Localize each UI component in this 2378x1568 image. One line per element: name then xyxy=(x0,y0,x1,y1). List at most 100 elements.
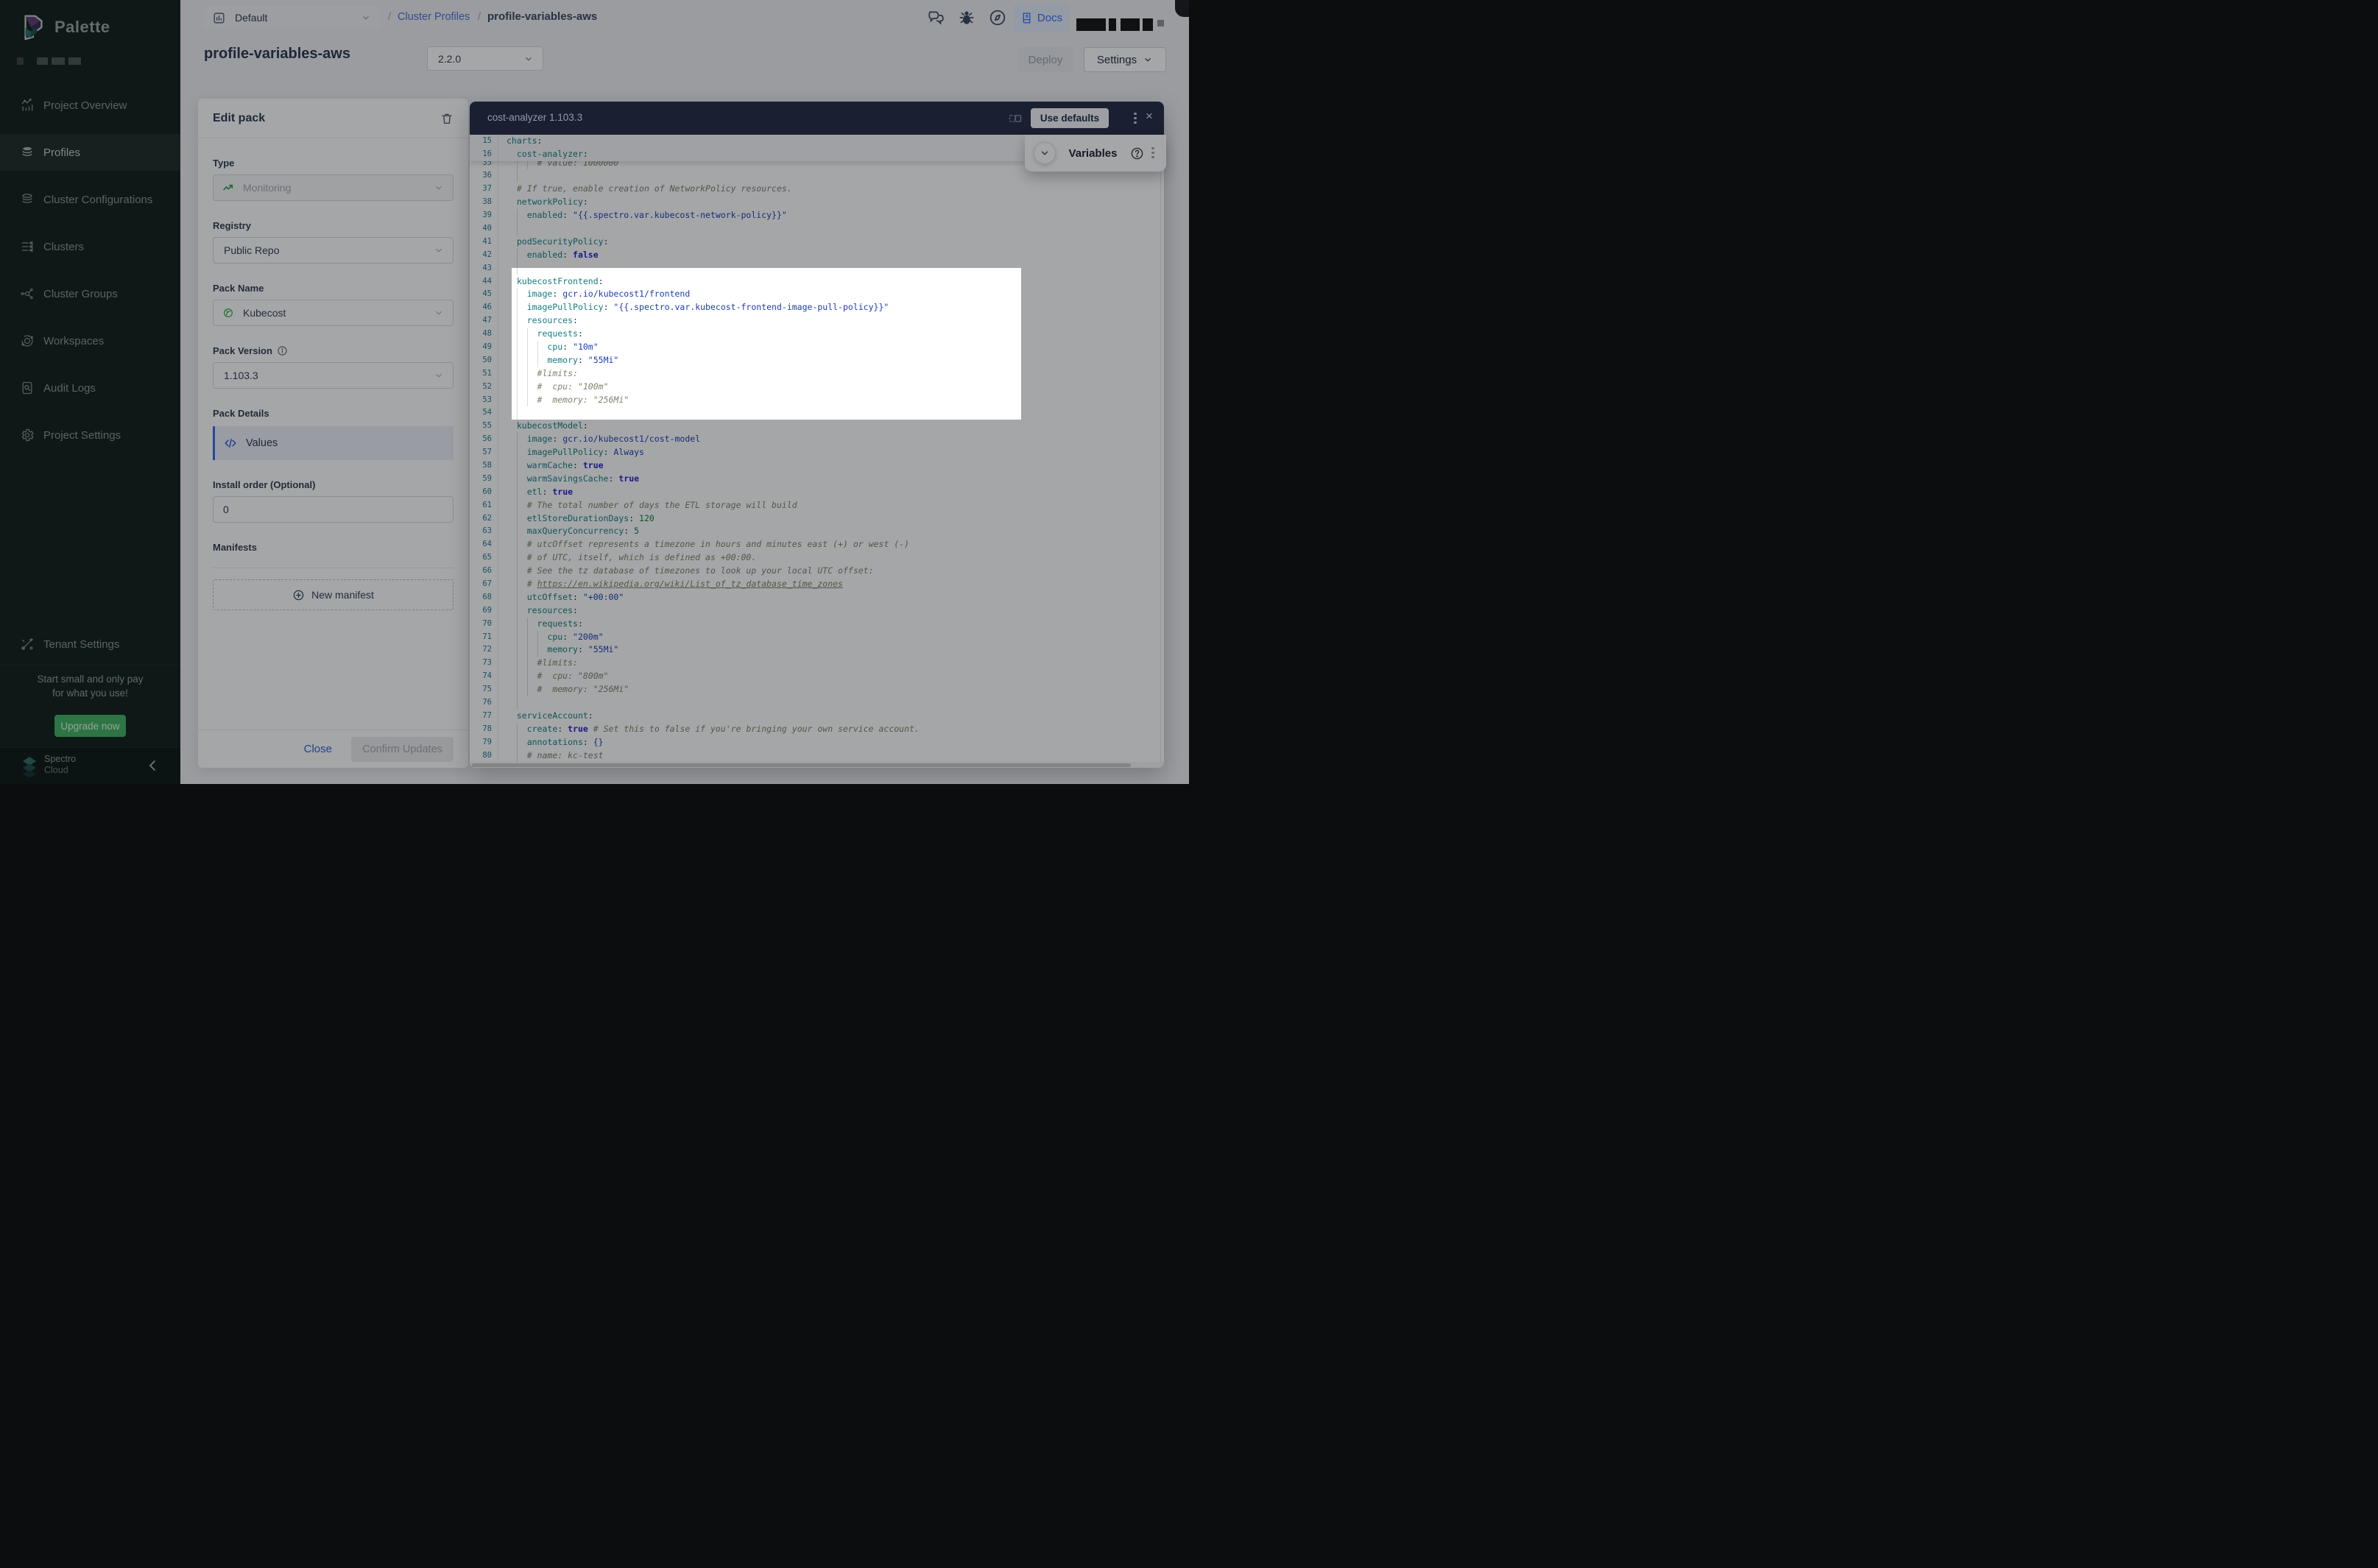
collapse-sidebar-icon[interactable] xyxy=(144,757,162,774)
redacted-username xyxy=(1143,18,1153,31)
help-compass-icon[interactable] xyxy=(988,8,1007,27)
info-icon[interactable] xyxy=(277,345,288,356)
brand-name: Palette xyxy=(54,18,110,37)
code-line-38: 38 networkPolicy: xyxy=(470,196,1164,209)
bar-chart-icon xyxy=(20,98,35,113)
code-line-36: 36 xyxy=(470,169,1164,183)
code-line-47: 47 resources: xyxy=(470,314,1164,328)
registry-select[interactable]: Public Repo xyxy=(213,237,454,264)
palette-logo-icon xyxy=(19,13,47,41)
code-line-42: 42 enabled: false xyxy=(470,249,1164,262)
code-line-37: 37 # If true, enable creation of Network… xyxy=(470,183,1164,196)
code-line-46: 46 imagePullPolicy: "{{.spectro.var.kube… xyxy=(470,301,1164,314)
code-line-60: 60 etl: true xyxy=(470,486,1164,499)
variables-collapse-button[interactable] xyxy=(1034,142,1056,164)
use-defaults-button[interactable]: Use defaults xyxy=(1031,108,1109,128)
code-line-68: 68 utcOffset: "+00:00" xyxy=(470,591,1164,604)
redacted-project-label xyxy=(17,57,81,65)
edit-pack-title: Edit pack xyxy=(213,112,265,125)
code-line-78: 78 create: true # Set this to false if y… xyxy=(470,723,1164,736)
code-line-54: 54 xyxy=(470,406,1164,420)
deploy-button[interactable]: Deploy xyxy=(1017,47,1073,72)
chevron-down-icon xyxy=(434,245,444,255)
code-line-55: 55 kubecostModel: xyxy=(470,420,1164,433)
sidebar: Palette Project Overview Profiles Cluste… xyxy=(0,0,180,784)
edit-pack-panel: Edit pack Type Monitoring Registry Publi… xyxy=(198,99,468,768)
chevron-down-icon xyxy=(434,308,444,318)
chevron-down-icon xyxy=(1143,54,1153,65)
code-area[interactable]: 35 # value: 10000003637 # If true, enabl… xyxy=(470,135,1164,768)
new-manifest-button[interactable]: New manifest xyxy=(213,579,454,610)
breadcrumb-separator: / xyxy=(478,10,481,23)
code-line-65: 65 # of UTC, itself, which is defined as… xyxy=(470,551,1164,565)
layers-icon xyxy=(20,145,35,160)
sidebar-item-profiles[interactable]: Profiles xyxy=(0,134,180,171)
chevron-down-icon xyxy=(523,54,534,64)
variables-kebab-menu-icon[interactable] xyxy=(1149,145,1157,161)
settings-button[interactable]: Settings xyxy=(1084,47,1166,72)
caret-redacted xyxy=(1157,20,1164,27)
feedback-chat-icon[interactable] xyxy=(926,8,945,27)
variables-panel: Variables xyxy=(1025,135,1166,172)
pack-version-select[interactable]: 1.103.3 xyxy=(213,362,454,389)
code-line-70: 70 requests: xyxy=(470,618,1164,631)
close-button[interactable]: Close xyxy=(304,743,332,755)
editor-close-icon[interactable]: × xyxy=(1142,109,1157,124)
breadcrumb-separator: / xyxy=(388,10,391,23)
palette-logo: Palette xyxy=(19,13,110,41)
code-line-53: 53 # memory: "256Mi" xyxy=(470,394,1164,407)
code-line-64: 64 # utcOffset represents a timezone in … xyxy=(470,538,1164,551)
chevron-down-icon xyxy=(434,370,444,381)
code-line-43: 43 xyxy=(470,262,1164,275)
code-line-80: 80 # name: kc-test xyxy=(470,749,1164,763)
code-line-72: 72 memory: "55Mi" xyxy=(470,643,1164,657)
network-nodes-icon xyxy=(20,286,35,301)
pack-name-label: Pack Name xyxy=(213,283,454,294)
install-order-label: Install order (Optional) xyxy=(213,479,454,490)
scrollbar-thumb[interactable] xyxy=(472,763,1131,767)
docs-button[interactable]: Docs xyxy=(1013,4,1070,32)
confirm-updates-button[interactable]: Confirm Updates xyxy=(351,737,454,762)
sidebar-footer: Spectro Cloud xyxy=(0,747,180,784)
code-line-40: 40 xyxy=(470,222,1164,236)
code-line-41: 41 podSecurityPolicy: xyxy=(470,236,1164,249)
code-line-67: 67 # https://en.wikipedia.org/wiki/List_… xyxy=(470,578,1164,591)
compare-diff-icon[interactable] xyxy=(1008,111,1023,126)
sidebar-item-audit-logs[interactable]: Audit Logs xyxy=(0,370,180,406)
code-line-45: 45 image: gcr.io/kubecost1/frontend xyxy=(470,288,1164,301)
kubecost-icon xyxy=(222,307,234,319)
server-list-icon xyxy=(20,239,35,254)
sidebar-item-clusters[interactable]: Clusters xyxy=(0,228,180,265)
sidebar-item-tenant-settings[interactable]: Tenant Settings xyxy=(0,626,180,663)
code-line-49: 49 cpu: "10m" xyxy=(470,341,1164,354)
horizontal-scrollbar[interactable] xyxy=(470,762,1164,768)
code-line-51: 51 #limits: xyxy=(470,367,1164,381)
sidebar-item-project-overview[interactable]: Project Overview xyxy=(0,87,180,124)
trash-icon[interactable] xyxy=(440,112,454,125)
sidebar-item-cluster-configurations[interactable]: Cluster Configurations xyxy=(0,181,180,218)
profile-version-select[interactable]: 2.2.0 xyxy=(427,46,543,71)
sidebar-item-workspaces[interactable]: Workspaces xyxy=(0,322,180,359)
monitoring-trend-icon xyxy=(222,182,234,194)
top-header: Default / Cluster Profiles / profile-var… xyxy=(180,0,1189,35)
upgrade-now-button[interactable]: Upgrade now xyxy=(54,715,126,737)
code-line-69: 69 resources: xyxy=(470,604,1164,618)
code-line-50: 50 memory: "55Mi" xyxy=(470,354,1164,367)
spectro-cloud-name: Spectro Cloud xyxy=(44,754,76,776)
pack-details-values-tab[interactable]: Values xyxy=(213,426,454,460)
bug-report-icon[interactable] xyxy=(957,8,976,27)
redacted-username xyxy=(1076,18,1106,31)
avatar[interactable] xyxy=(1175,0,1189,17)
install-order-input[interactable] xyxy=(213,496,454,523)
breadcrumb-cluster-profiles[interactable]: Cluster Profiles xyxy=(398,11,470,23)
pack-name-select[interactable]: Kubecost xyxy=(213,300,454,326)
project-selector[interactable]: Default xyxy=(204,6,380,29)
sidebar-item-cluster-groups[interactable]: Cluster Groups xyxy=(0,275,180,312)
help-circle-icon[interactable] xyxy=(1130,146,1144,160)
code-line-76: 76 xyxy=(470,696,1164,710)
editor-kebab-menu-icon[interactable] xyxy=(1129,110,1141,127)
redacted-username xyxy=(1121,18,1140,31)
sidebar-item-project-settings[interactable]: Project Settings xyxy=(0,417,180,453)
code-line-62: 62 etlStoreDurationDays: 120 xyxy=(470,512,1164,526)
type-select: Monitoring xyxy=(213,174,454,201)
